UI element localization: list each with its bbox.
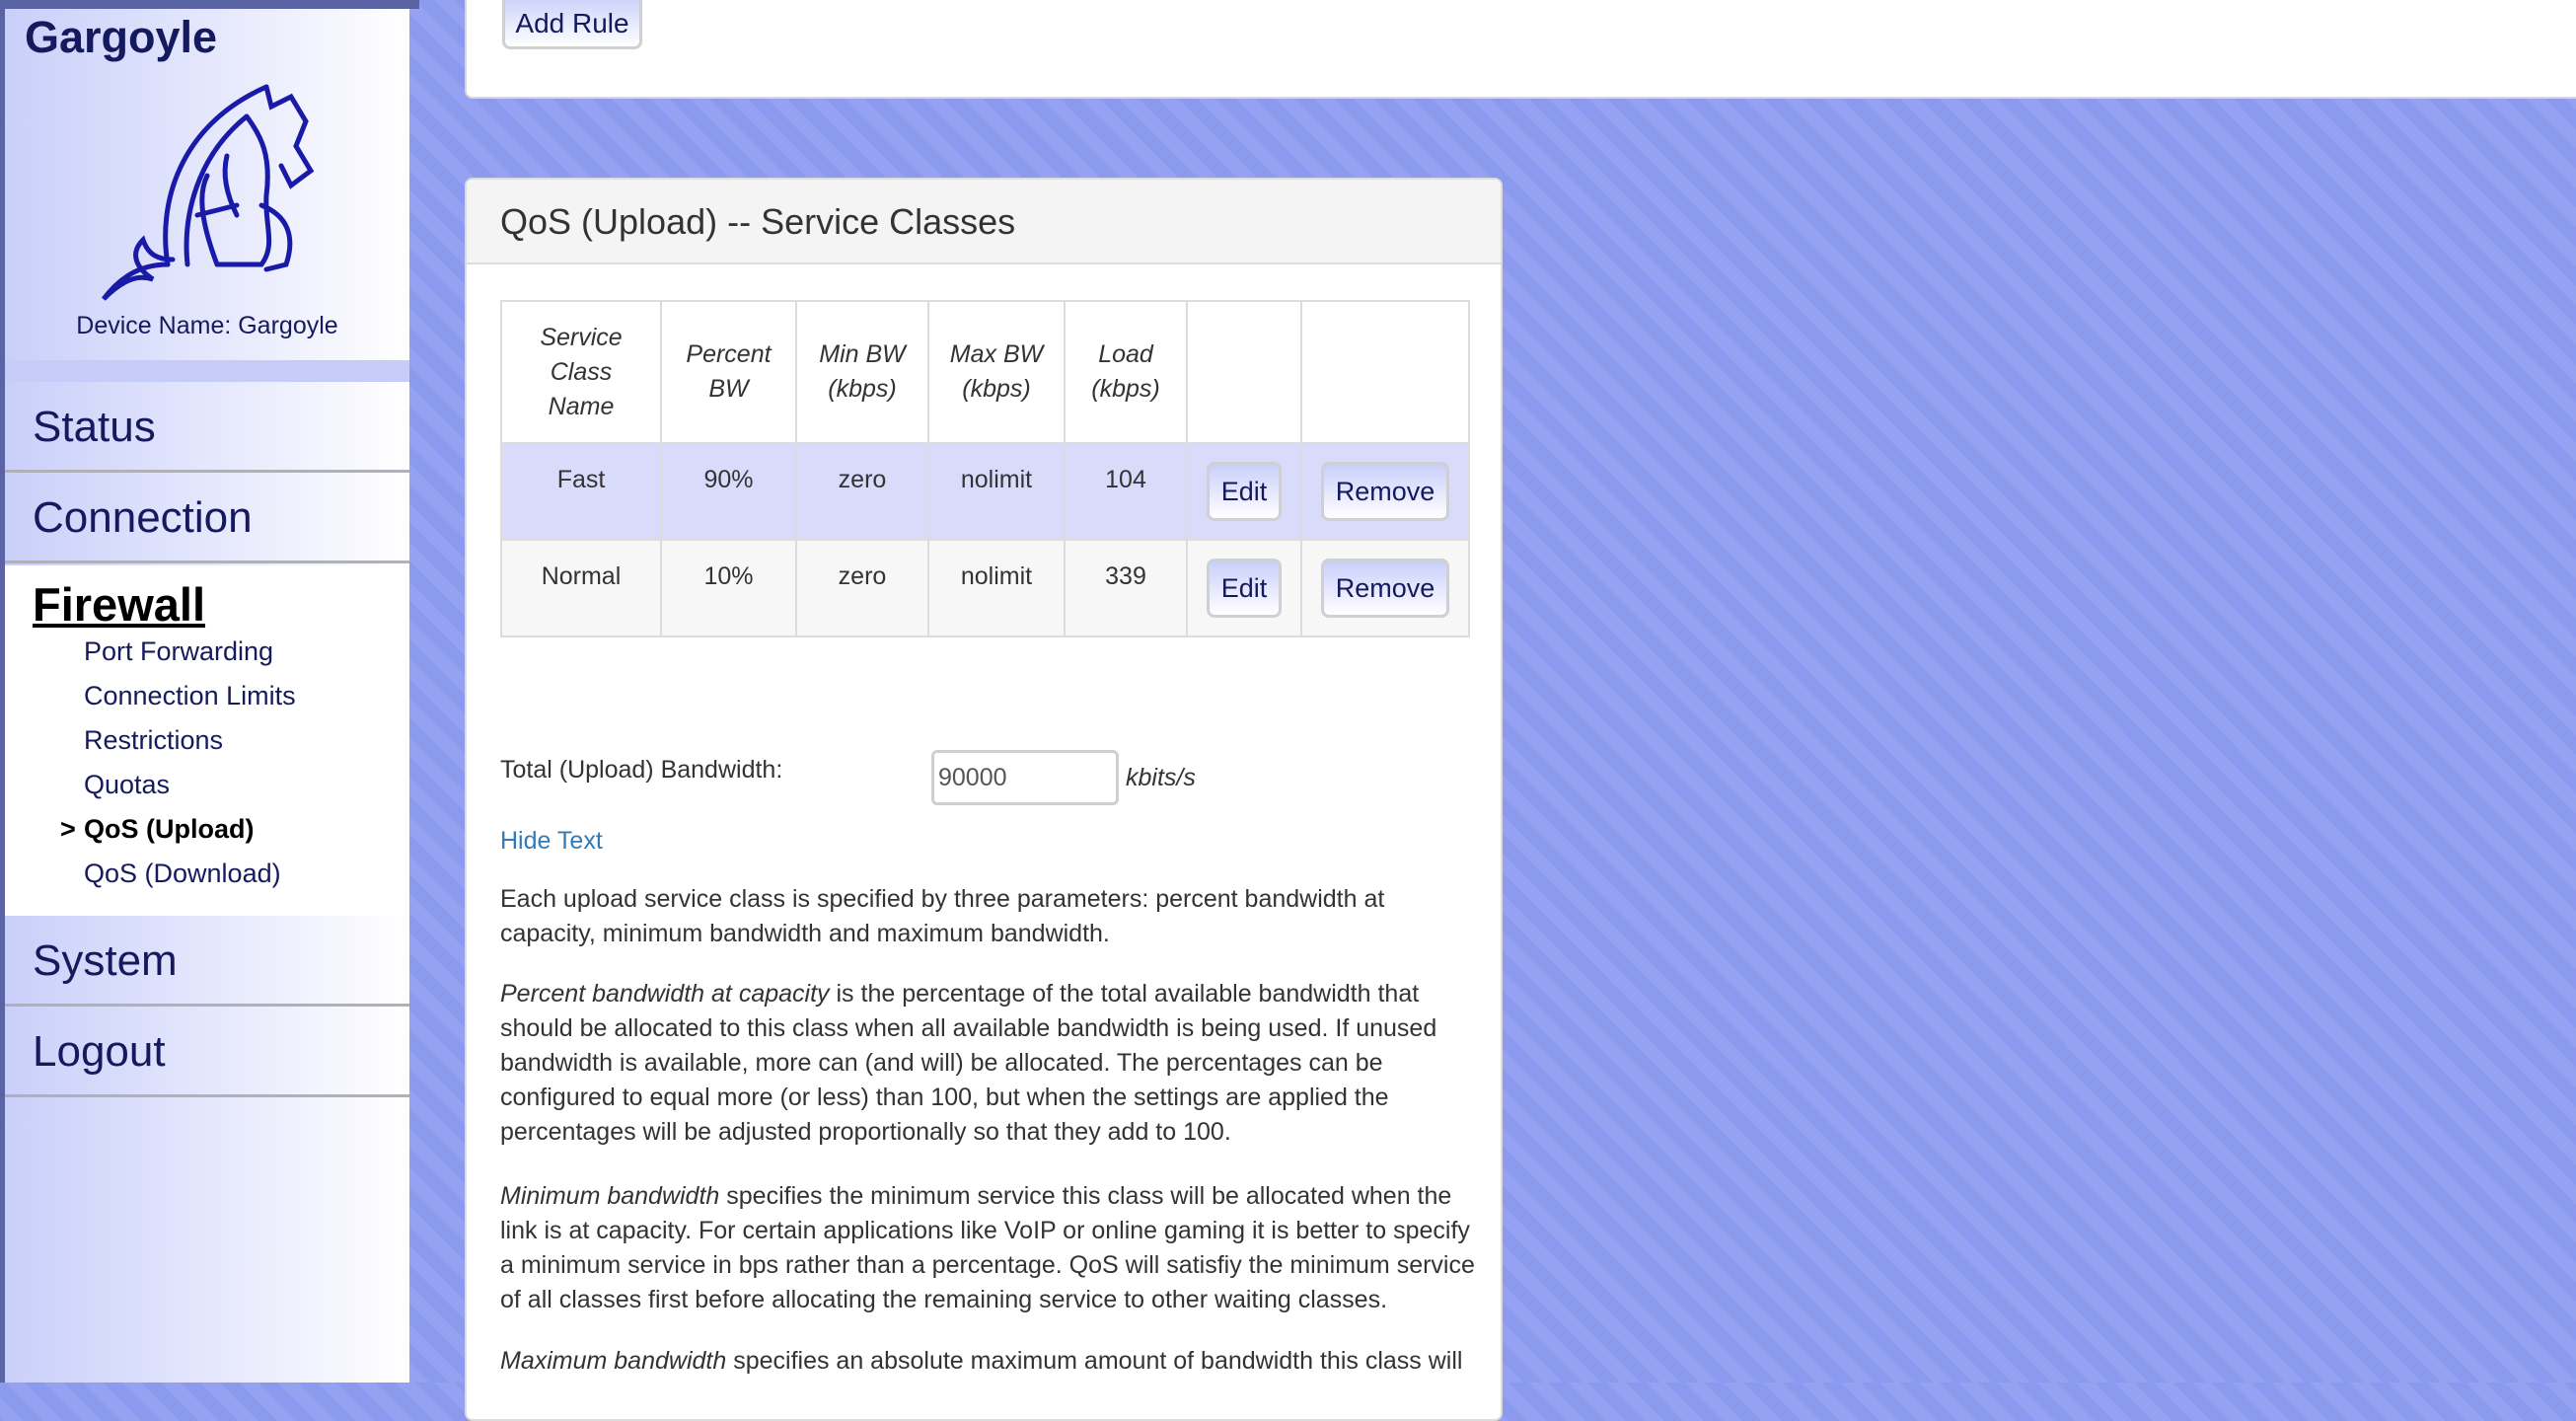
col-header-line: Max BW xyxy=(949,340,1044,368)
cell-load: 104 xyxy=(1064,442,1188,541)
cell-name: Normal xyxy=(500,539,662,637)
col-header-min-bw: Min BW (kbps) xyxy=(795,300,929,444)
description-text: Minimum bandwidth specifies the minimum … xyxy=(500,1179,1477,1317)
cell-max-bw: nolimit xyxy=(927,539,1066,637)
term-percent-bandwidth: Percent bandwidth at capacity xyxy=(500,980,830,1008)
col-header-name: Service Class Name xyxy=(500,300,662,444)
term-minimum-bandwidth: Minimum bandwidth xyxy=(500,1182,720,1210)
nav-status[interactable]: Status xyxy=(5,382,409,473)
nav-connection[interactable]: Connection xyxy=(5,473,409,563)
edit-button[interactable]: Edit xyxy=(1207,559,1282,618)
device-name: Device Name: Gargoyle xyxy=(76,312,338,339)
nav-firewall[interactable]: Firewall xyxy=(33,577,205,632)
description-body: specifies an absolute maximum amount of … xyxy=(726,1347,1463,1375)
sidebar: Gargoyle Device Name: Gargoyle Status Co… xyxy=(0,0,419,1383)
nav-logout[interactable]: Logout xyxy=(5,1007,409,1097)
col-header-percent: Percent BW xyxy=(660,300,797,444)
nav-qos-download[interactable]: QoS (Download) xyxy=(84,859,281,889)
add-rule-button[interactable]: Add Rule xyxy=(502,0,642,49)
sidebar-divider xyxy=(5,360,409,382)
service-classes-table: Service Class Name Percent BW Min BW (kb… xyxy=(500,300,1470,637)
cell-percent: 10% xyxy=(660,539,797,637)
total-bandwidth-input[interactable] xyxy=(931,750,1119,805)
remove-button[interactable]: Remove xyxy=(1321,462,1449,521)
col-header-load: Load (kbps) xyxy=(1064,300,1188,444)
description-paragraph: Minimum bandwidth specifies the minimum … xyxy=(500,1179,1477,1317)
col-header-line: Percent xyxy=(686,340,772,368)
description-paragraph: Percent bandwidth at capacity is the per… xyxy=(500,977,1477,1150)
brand-title: Gargoyle xyxy=(25,12,218,62)
active-marker-icon: > xyxy=(60,814,76,844)
rules-panel: Add Rule xyxy=(465,0,2576,99)
description-text: Percent bandwidth at capacity is the per… xyxy=(500,977,1477,1150)
nav-connection-limits[interactable]: Connection Limits xyxy=(84,681,296,711)
description-paragraph: Each upload service class is specified b… xyxy=(500,882,1477,951)
col-header-line: (kbps) xyxy=(1091,375,1160,403)
cell-max-bw: nolimit xyxy=(927,442,1066,541)
firewall-section: Firewall Port Forwarding Connection Limi… xyxy=(5,565,409,916)
col-header-remove xyxy=(1300,300,1470,444)
cell-remove: Remove xyxy=(1300,442,1470,541)
nav-port-forwarding[interactable]: Port Forwarding xyxy=(84,636,273,667)
cell-name: Fast xyxy=(500,442,662,541)
cell-edit: Edit xyxy=(1186,539,1302,637)
col-header-line: (kbps) xyxy=(962,375,1031,403)
bandwidth-unit: kbits/s xyxy=(1126,764,1196,791)
cell-percent: 90% xyxy=(660,442,797,541)
cell-min-bw: zero xyxy=(795,442,929,541)
gargoyle-logo-icon xyxy=(102,84,315,301)
service-classes-panel: QoS (Upload) -- Service Classes Service … xyxy=(465,178,1503,1421)
term-maximum-bandwidth: Maximum bandwidth xyxy=(500,1347,727,1375)
description-text: Each upload service class is specified b… xyxy=(500,885,1385,947)
edit-button[interactable]: Edit xyxy=(1207,462,1282,521)
nav-qos-upload[interactable]: > QoS (Upload) xyxy=(60,814,255,845)
col-header-line: Class xyxy=(550,357,613,386)
nav-restrictions[interactable]: Restrictions xyxy=(84,725,223,756)
cell-min-bw: zero xyxy=(795,539,929,637)
col-header-line: BW xyxy=(708,375,749,403)
col-header-line: (kbps) xyxy=(828,375,897,403)
hide-text-link[interactable]: Hide Text xyxy=(500,827,603,856)
cell-edit: Edit xyxy=(1186,442,1302,541)
col-header-max-bw: Max BW (kbps) xyxy=(927,300,1066,444)
col-header-line: Service xyxy=(540,323,623,351)
cell-load: 339 xyxy=(1064,539,1188,637)
nav-qos-upload-label: QoS (Upload) xyxy=(84,814,255,844)
nav-quotas[interactable]: Quotas xyxy=(84,770,170,800)
description-paragraph: Maximum bandwidth specifies an absolute … xyxy=(500,1344,1477,1379)
col-header-line: Load xyxy=(1098,340,1153,368)
panel-title: QoS (Upload) -- Service Classes xyxy=(500,201,1016,242)
col-header-edit xyxy=(1186,300,1302,444)
table-row: Fast 90% zero nolimit 104 Edit Remove xyxy=(500,442,1470,541)
col-header-line: Name xyxy=(548,392,615,420)
sidebar-top-bar xyxy=(5,0,419,9)
nav-system[interactable]: System xyxy=(5,916,409,1007)
table-header-row: Service Class Name Percent BW Min BW (kb… xyxy=(500,300,1470,444)
col-header-line: Min BW xyxy=(819,340,906,368)
table-row: Normal 10% zero nolimit 339 Edit Remove xyxy=(500,539,1470,637)
description-text: Maximum bandwidth specifies an absolute … xyxy=(500,1344,1477,1379)
cell-remove: Remove xyxy=(1300,539,1470,637)
panel-header: QoS (Upload) -- Service Classes xyxy=(467,180,1501,264)
remove-button[interactable]: Remove xyxy=(1321,559,1449,618)
bandwidth-label: Total (Upload) Bandwidth: xyxy=(500,756,783,784)
